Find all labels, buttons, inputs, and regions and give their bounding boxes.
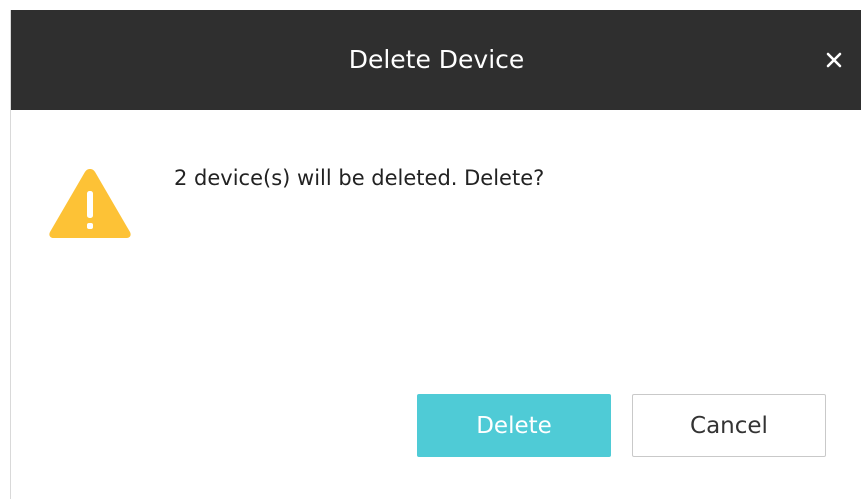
warning-icon — [49, 169, 131, 238]
delete-button[interactable]: Delete — [417, 394, 611, 457]
delete-device-dialog: Delete Device 2 device(s) will be delete… — [10, 10, 861, 499]
cancel-button[interactable]: Cancel — [632, 394, 826, 457]
close-icon — [826, 52, 842, 68]
close-button[interactable] — [820, 46, 848, 74]
confirmation-message: 2 device(s) will be deleted. Delete? — [174, 166, 545, 190]
dialog-title: Delete Device — [348, 45, 525, 74]
dialog-title-bar: Delete Device — [11, 10, 861, 110]
